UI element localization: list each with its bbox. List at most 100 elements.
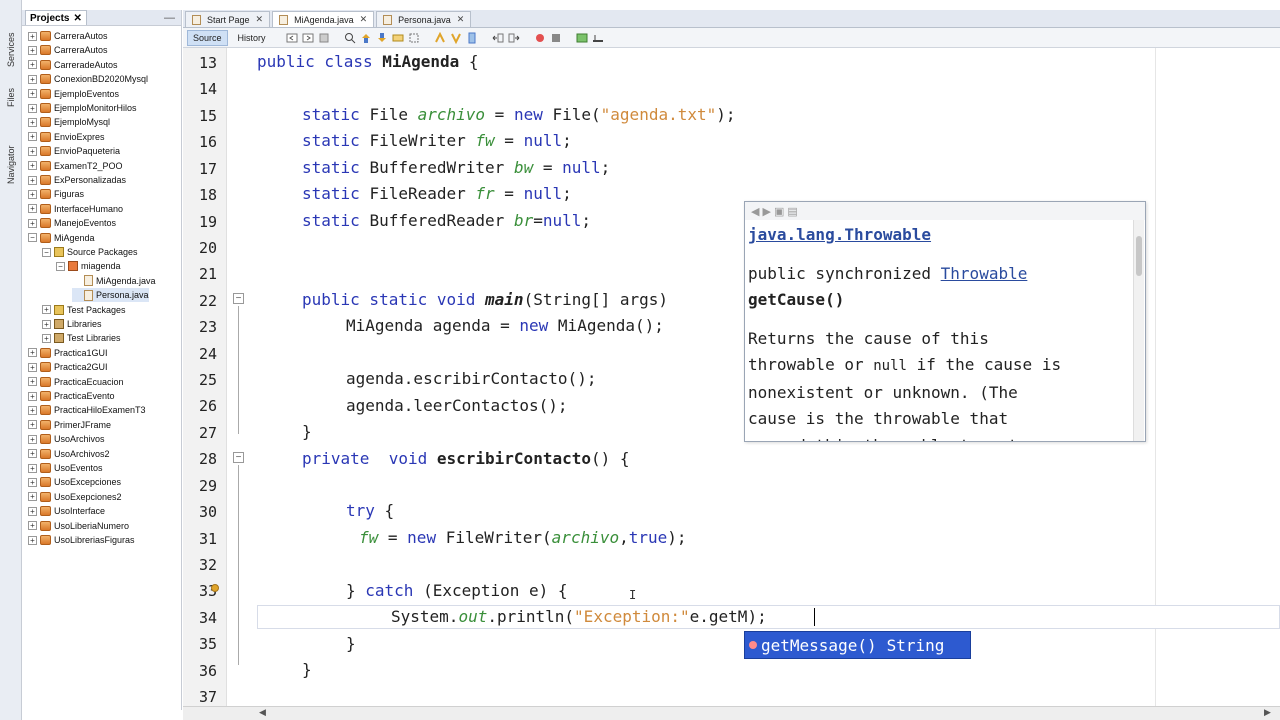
tree-item[interactable]: − MiAgenda (28, 231, 95, 245)
tab-start-page[interactable]: Start Page ✕ (185, 11, 271, 27)
expand-icon[interactable]: + (28, 348, 37, 358)
tree-item[interactable]: + ExPersonalizadas (28, 173, 126, 187)
expand-icon[interactable]: + (28, 218, 37, 228)
expand-icon[interactable]: + (28, 189, 37, 199)
comment-icon[interactable] (576, 32, 588, 44)
expand-icon[interactable]: + (28, 132, 37, 142)
close-icon[interactable]: ✕ (457, 14, 465, 25)
forward-icon[interactable] (302, 32, 314, 44)
back-icon[interactable] (286, 32, 298, 44)
javadoc-popup[interactable]: ◀ ▶ ▣ ▤ java.lang.Throwable public synch… (744, 201, 1146, 442)
tree-item[interactable]: + PrimerJFrame (28, 418, 111, 432)
expand-icon[interactable]: + (28, 74, 37, 84)
find-previous-icon[interactable] (360, 32, 372, 44)
close-icon[interactable]: ✕ (256, 14, 264, 25)
tree-item[interactable]: − Source Packages (42, 245, 138, 259)
find-next-icon[interactable] (376, 32, 388, 44)
fold-toggle-icon[interactable]: − (233, 293, 244, 304)
back-arrow-icon[interactable]: ◀ (751, 205, 759, 218)
tree-item[interactable]: + UsoExcepciones (28, 475, 121, 489)
uncomment-icon[interactable] (592, 32, 604, 44)
files-side-tab[interactable]: Files (3, 82, 19, 112)
minimize-icon[interactable]: — (164, 12, 175, 24)
expand-icon[interactable]: + (28, 477, 37, 487)
search-icon[interactable] (344, 32, 356, 44)
expand-icon[interactable]: + (28, 103, 37, 113)
return-type-link[interactable]: Throwable (941, 264, 1028, 283)
tree-item[interactable]: + Libraries (42, 317, 102, 331)
next-bookmark-icon[interactable] (450, 32, 462, 44)
navigator-side-tab[interactable]: Navigator (3, 140, 19, 190)
record-macro-icon[interactable] (534, 32, 546, 44)
find-selection-icon[interactable] (392, 32, 404, 44)
shift-right-icon[interactable] (508, 32, 520, 44)
expand-icon[interactable]: + (28, 391, 37, 401)
expand-icon[interactable]: + (28, 405, 37, 415)
horizontal-scrollbar[interactable]: ◀ ▶ (183, 706, 1280, 720)
forward-arrow-icon[interactable]: ▶ (762, 205, 770, 218)
collapse-icon[interactable]: − (56, 261, 65, 271)
expand-icon[interactable]: + (28, 31, 37, 41)
tree-item[interactable]: + ConexionBD2020Mysql (28, 72, 148, 86)
expand-icon[interactable]: + (28, 506, 37, 516)
tree-item[interactable]: + EjemploEventos (28, 87, 119, 101)
tree-item[interactable]: − miagenda (56, 259, 121, 273)
tree-item[interactable]: + EnvioExpres (28, 130, 105, 144)
tree-item[interactable]: + PracticaHiloExamenT3 (28, 403, 146, 417)
expand-icon[interactable]: + (28, 377, 37, 387)
close-icon[interactable]: ✕ (360, 14, 368, 25)
expand-icon[interactable]: + (28, 521, 37, 531)
shift-left-icon[interactable] (492, 32, 504, 44)
tree-file-item[interactable]: MiAgenda.java (72, 274, 156, 288)
open-source-icon[interactable]: ▤ (787, 205, 797, 218)
previous-bookmark-icon[interactable] (434, 31, 446, 44)
tree-item[interactable]: + EjemploMonitorHilos (28, 101, 137, 115)
collapse-icon[interactable]: − (28, 233, 37, 243)
toggle-bookmark-icon[interactable] (466, 32, 478, 44)
tree-item[interactable]: + CarreradeAutos (28, 58, 118, 72)
tree-item[interactable]: + Practica1GUI (28, 346, 108, 360)
tree-item[interactable]: + CarreraAutos (28, 29, 108, 43)
projects-tab[interactable]: Projects ✕ (25, 10, 87, 25)
tree-item[interactable]: + Practica2GUI (28, 360, 108, 374)
history-button[interactable]: History (232, 30, 272, 46)
tab-miagenda-java[interactable]: MiAgenda.java ✕ (272, 11, 375, 27)
tree-item[interactable]: + ManejoEventos (28, 216, 116, 230)
tree-item[interactable]: + UsoLibreriasFiguras (28, 533, 135, 547)
scroll-right-icon[interactable]: ▶ (1264, 707, 1271, 718)
expand-icon[interactable]: + (42, 333, 51, 343)
expand-icon[interactable]: + (42, 305, 51, 315)
expand-icon[interactable]: + (28, 60, 37, 70)
expand-icon[interactable]: + (28, 204, 37, 214)
code-completion-item[interactable]: getMessage() String (744, 631, 971, 659)
expand-icon[interactable]: + (28, 45, 37, 55)
toggle-highlight-icon[interactable] (408, 32, 420, 44)
tree-item[interactable]: + PracticaEcuacion (28, 375, 124, 389)
tree-item[interactable]: + UsoExepciones2 (28, 490, 122, 504)
expand-icon[interactable]: + (28, 175, 37, 185)
expand-icon[interactable]: + (28, 161, 37, 171)
services-side-tab[interactable]: Services (3, 30, 19, 70)
last-edit-icon[interactable] (318, 32, 330, 44)
tree-item[interactable]: + InterfaceHumano (28, 202, 123, 216)
source-button[interactable]: Source (187, 29, 228, 46)
expand-icon[interactable]: + (28, 117, 37, 127)
close-icon[interactable]: ✕ (73, 13, 81, 24)
collapse-icon[interactable]: − (42, 247, 51, 257)
expand-icon[interactable]: + (28, 434, 37, 444)
expand-icon[interactable]: + (42, 319, 51, 329)
stop-macro-icon[interactable] (550, 32, 562, 44)
tree-item[interactable]: + Test Packages (42, 303, 126, 317)
expand-icon[interactable]: + (28, 420, 37, 430)
tree-item[interactable]: + Test Libraries (42, 331, 121, 345)
expand-icon[interactable]: + (28, 535, 37, 545)
fold-toggle-icon[interactable]: − (233, 452, 244, 463)
show-in-browser-icon[interactable]: ▣ (774, 205, 784, 218)
tree-item[interactable]: + UsoInterface (28, 504, 105, 518)
expand-icon[interactable]: + (28, 463, 37, 473)
expand-icon[interactable]: + (28, 449, 37, 459)
tree-item[interactable]: + EnvioPaqueteria (28, 144, 120, 158)
tree-item[interactable]: + EjemploMysql (28, 115, 110, 129)
tree-item[interactable]: + UsoLiberiaNumero (28, 519, 129, 533)
expand-icon[interactable]: + (28, 146, 37, 156)
